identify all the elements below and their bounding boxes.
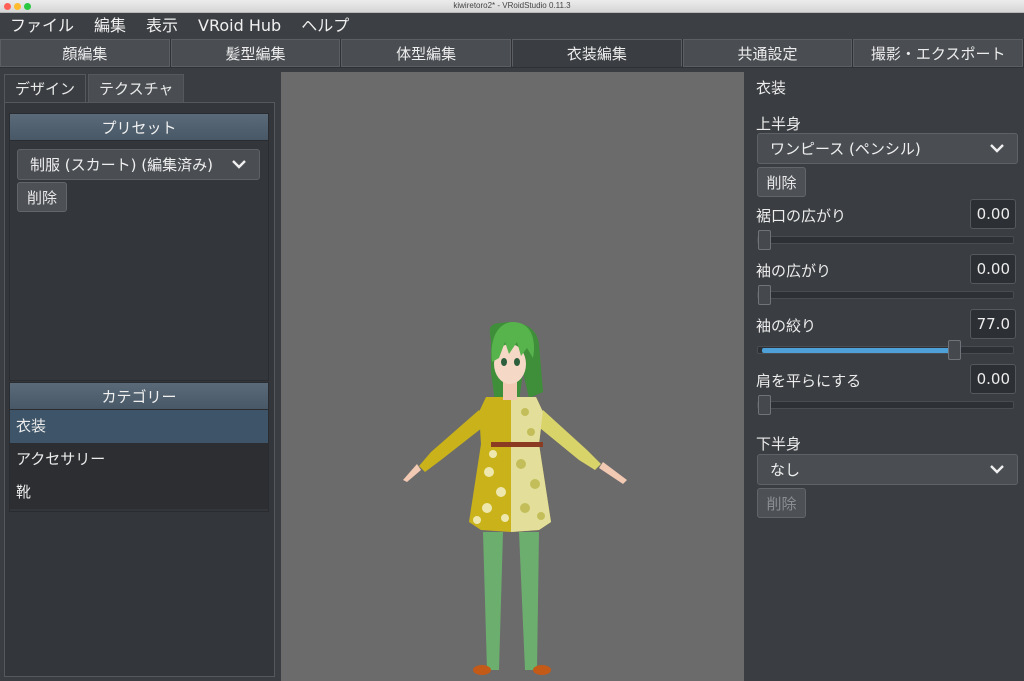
slider-flatten-shoulder-label: 肩を平らにする: [756, 372, 862, 390]
subtab-texture[interactable]: テクスチャ: [88, 74, 185, 102]
menu-view[interactable]: 表示: [146, 13, 178, 39]
slider-hem-flare-value[interactable]: 0.00: [970, 199, 1016, 229]
upper-body-delete-button[interactable]: 削除: [757, 167, 806, 197]
category-list: 衣装 アクセサリー 靴: [10, 410, 268, 509]
upper-body-dropdown-value: ワンピース (ペンシル): [770, 140, 921, 158]
category-section: カテゴリー 衣装 アクセサリー 靴: [9, 382, 269, 512]
slider-hem-flare-label: 裾口の広がり: [756, 207, 847, 225]
slider-hem-flare-thumb[interactable]: [758, 230, 771, 250]
preset-section: プリセット 制服 (スカート) (編集済み) 削除: [9, 113, 269, 381]
tab-common-settings[interactable]: 共通設定: [682, 39, 853, 67]
lower-body-delete-button[interactable]: 削除: [757, 488, 806, 518]
slider-sleeve-cinch-label: 袖の絞り: [756, 317, 817, 335]
slider-flatten-shoulder-value[interactable]: 0.00: [970, 364, 1016, 394]
upper-body-label: 上半身: [756, 115, 802, 133]
menu-file[interactable]: ファイル: [10, 13, 74, 39]
tab-hair-edit[interactable]: 髪型編集: [170, 39, 341, 67]
right-panel: 衣装 上半身 ワンピース (ペンシル) 削除 裾口の広がり 0.00 袖の広がり…: [749, 68, 1024, 681]
outfit-section-title: 衣装: [756, 79, 787, 97]
tab-body-edit[interactable]: 体型編集: [341, 39, 512, 67]
tab-face-edit[interactable]: 顔編集: [0, 39, 170, 67]
preset-header: プリセット: [10, 114, 268, 141]
subtab-design[interactable]: デザイン: [4, 74, 87, 102]
chevron-down-icon: [990, 465, 1004, 474]
preset-dropdown[interactable]: 制服 (スカート) (編集済み): [17, 149, 260, 180]
category-item-accessory[interactable]: アクセサリー: [10, 443, 268, 476]
model-viewport[interactable]: [281, 72, 744, 681]
menu-bar: ファイル 編集 表示 VRoid Hub ヘルプ: [0, 13, 1024, 39]
slider-flatten-shoulder-thumb[interactable]: [758, 395, 771, 415]
menu-vroid-hub[interactable]: VRoid Hub: [198, 13, 281, 39]
preset-delete-button[interactable]: 削除: [17, 182, 67, 212]
chevron-down-icon: [990, 144, 1004, 153]
chevron-down-icon: [232, 160, 246, 169]
lower-body-dropdown[interactable]: なし: [757, 454, 1018, 485]
category-item-outfit[interactable]: 衣装: [10, 410, 268, 443]
slider-hem-flare[interactable]: [757, 230, 1014, 250]
left-panel-body: プリセット 制服 (スカート) (編集済み) 削除 カテゴリー 衣装 アクセサリ…: [4, 102, 275, 677]
category-header: カテゴリー: [10, 383, 268, 410]
lower-body-dropdown-value: なし: [770, 461, 801, 479]
slider-flatten-shoulder[interactable]: [757, 395, 1014, 415]
slider-sleeve-flare-label: 袖の広がり: [756, 262, 832, 280]
menu-edit[interactable]: 編集: [94, 13, 126, 39]
slider-sleeve-flare-value[interactable]: 0.00: [970, 254, 1016, 284]
upper-body-dropdown[interactable]: ワンピース (ペンシル): [757, 133, 1018, 164]
slider-sleeve-flare-thumb[interactable]: [758, 285, 771, 305]
window-title: kiwiretoro2* - VRoidStudio 0.11.3: [453, 1, 571, 10]
slider-sleeve-cinch-value[interactable]: 77.0: [970, 309, 1016, 339]
left-subtabs: デザイン テクスチャ: [4, 74, 185, 102]
left-panel: デザイン テクスチャ プリセット 制服 (スカート) (編集済み) 削除 カテゴ…: [0, 68, 279, 681]
lower-body-label: 下半身: [756, 435, 802, 453]
tab-photo-export[interactable]: 撮影・エクスポート: [853, 39, 1024, 67]
slider-sleeve-cinch-thumb[interactable]: [948, 340, 961, 360]
slider-sleeve-flare[interactable]: [757, 285, 1014, 305]
slider-sleeve-cinch[interactable]: [757, 340, 1014, 360]
slider-sleeve-cinch-fill: [762, 348, 955, 353]
category-item-shoes[interactable]: 靴: [10, 476, 268, 509]
main-tab-bar: 顔編集 髪型編集 体型編集 衣装編集 共通設定 撮影・エクスポート: [0, 39, 1024, 68]
window-titlebar: kiwiretoro2* - VRoidStudio 0.11.3: [0, 0, 1024, 13]
tab-outfit-edit[interactable]: 衣装編集: [512, 39, 682, 67]
preset-dropdown-value: 制服 (スカート) (編集済み): [30, 156, 213, 174]
avatar-model: [403, 322, 627, 675]
menu-help[interactable]: ヘルプ: [301, 13, 349, 39]
